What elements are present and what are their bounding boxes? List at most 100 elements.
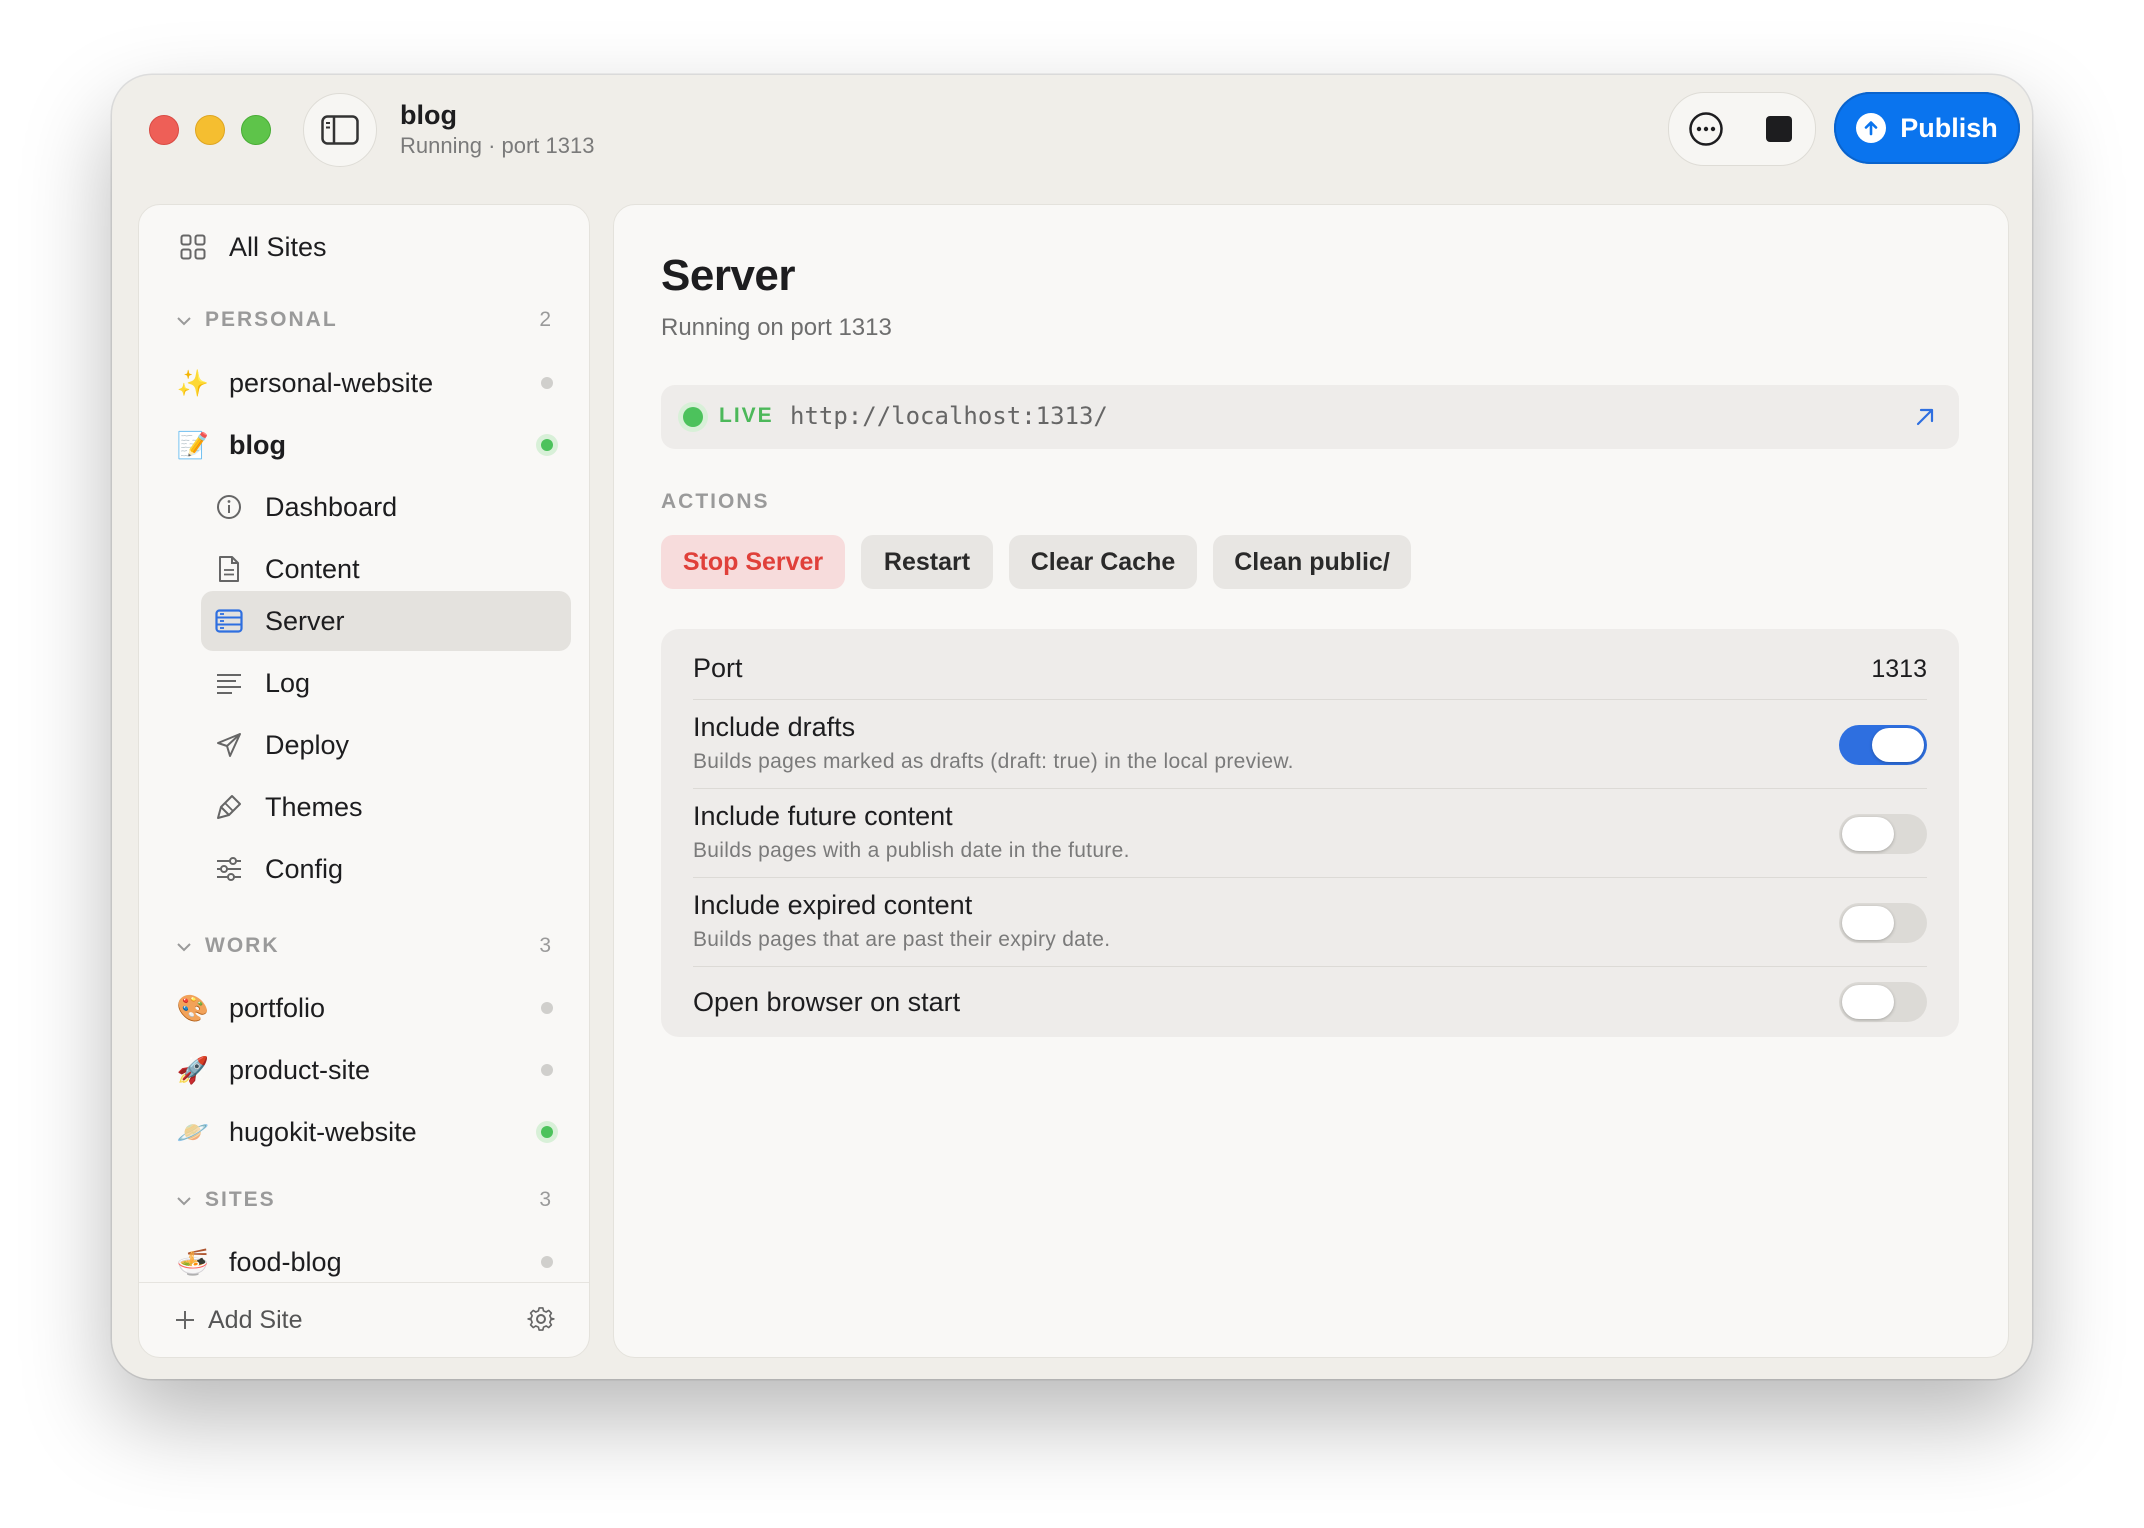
publish-button[interactable]: Publish	[1834, 92, 2020, 164]
window-title-block: blog Running · port 1313	[400, 99, 594, 159]
status-dot	[541, 377, 553, 389]
server-icon	[213, 605, 245, 637]
main-panel: Server Running on port 1313 LIVE http://…	[613, 204, 2009, 1358]
page-title: Server	[661, 251, 796, 300]
section-header-work[interactable]: WORK 3	[139, 928, 589, 968]
status-dot	[541, 1002, 553, 1014]
setting-label: Include expired content	[693, 890, 973, 920]
section-header-sites[interactable]: SITES 3	[139, 1182, 589, 1222]
restart-button[interactable]: Restart	[861, 535, 993, 589]
publish-label: Publish	[1900, 112, 1998, 143]
include-expired-toggle[interactable]	[1839, 903, 1927, 943]
clean-public-button[interactable]: Clean public/	[1213, 535, 1411, 589]
setting-label: Include future content	[693, 801, 953, 831]
stop-button[interactable]	[1742, 93, 1815, 165]
window-title: blog	[400, 100, 457, 130]
paintbrush-icon	[213, 791, 245, 823]
sidebar-item-deploy[interactable]: Deploy	[139, 714, 589, 776]
site-name: food-blog	[229, 1246, 342, 1277]
lines-icon	[213, 667, 245, 699]
sidebar-item-label: Dashboard	[265, 491, 398, 522]
setting-label: Include drafts	[693, 712, 856, 742]
site-item-portfolio[interactable]: 🎨 portfolio	[139, 977, 589, 1039]
paper-plane-icon	[213, 729, 245, 761]
live-url-bar: LIVE http://localhost:1313/	[661, 385, 1959, 449]
section-count: 2	[539, 308, 551, 331]
site-item-personal-website[interactable]: ✨ personal-website	[139, 352, 589, 414]
sidebar-item-label: Config	[265, 853, 344, 884]
window-subtitle: Running · port 1313	[400, 133, 595, 159]
info-circle-icon	[213, 491, 245, 523]
setting-open-browser: Open browser on start	[693, 967, 1927, 1037]
site-name: portfolio	[229, 992, 326, 1023]
sidebar: All Sites PERSONAL 2 ✨ personal-website …	[138, 204, 590, 1358]
plus-icon	[176, 1311, 194, 1329]
open-in-browser-button[interactable]	[1913, 405, 1937, 434]
sidebar-footer: Add Site	[139, 1282, 589, 1357]
grid-icon	[177, 231, 209, 263]
setting-include-drafts: Include drafts Builds pages marked as dr…	[693, 700, 1927, 789]
sidebar-item-all-sites[interactable]: All Sites	[139, 216, 589, 278]
sidebar-item-log[interactable]: Log	[139, 652, 589, 714]
memo-icon: 📝	[176, 429, 210, 460]
sidebar-item-dashboard[interactable]: Dashboard	[139, 476, 589, 538]
live-status-dot	[683, 407, 703, 427]
settings-button[interactable]	[527, 1305, 555, 1338]
sidebar-item-config[interactable]: Config	[139, 838, 589, 900]
page-subtitle: Running on port 1313	[661, 314, 892, 341]
sidebar-icon	[321, 115, 359, 145]
site-item-hugokit-website[interactable]: 🪐 hugokit-website	[139, 1101, 589, 1163]
sidebar-item-server[interactable]: Server	[139, 590, 589, 652]
planet-icon: 🪐	[176, 1116, 210, 1147]
chevron-down-icon	[177, 943, 191, 952]
live-badge: LIVE	[719, 404, 774, 427]
section-label: PERSONAL	[205, 308, 338, 331]
setting-description: Builds pages with a publish date in the …	[693, 839, 1130, 862]
include-drafts-toggle[interactable]	[1839, 725, 1927, 765]
section-count: 3	[539, 1188, 551, 1211]
stop-server-button[interactable]: Stop Server	[661, 535, 845, 589]
section-label: SITES	[205, 1188, 276, 1211]
gear-icon	[527, 1307, 555, 1331]
arrow-up-right-icon	[1916, 408, 1934, 426]
sparkles-icon: ✨	[176, 367, 210, 398]
setting-label: Port	[693, 653, 743, 683]
setting-include-future: Include future content Builds pages with…	[693, 789, 1927, 878]
port-value[interactable]: 1313	[1871, 655, 1927, 684]
include-future-toggle[interactable]	[1839, 814, 1927, 854]
setting-description: Builds pages that are past their expiry …	[693, 928, 1111, 951]
setting-label: Open browser on start	[693, 987, 961, 1017]
sidebar-item-label: Themes	[265, 791, 363, 822]
sliders-icon	[213, 853, 245, 885]
minimize-window-button[interactable]	[195, 115, 225, 145]
sidebar-item-label: Deploy	[265, 729, 350, 760]
section-label: WORK	[205, 934, 280, 957]
chevron-down-icon	[177, 317, 191, 326]
close-window-button[interactable]	[149, 115, 179, 145]
sidebar-toggle-button[interactable]	[303, 93, 377, 167]
status-dot	[541, 1256, 553, 1268]
sidebar-item-themes[interactable]: Themes	[139, 776, 589, 838]
stop-icon	[1765, 116, 1792, 142]
site-item-blog[interactable]: 📝 blog	[139, 414, 589, 476]
open-browser-toggle[interactable]	[1839, 982, 1927, 1022]
add-site-label: Add Site	[208, 1306, 303, 1334]
add-site-button[interactable]: Add Site	[175, 1299, 415, 1341]
more-button[interactable]	[1669, 93, 1742, 165]
clear-cache-button[interactable]: Clear Cache	[1009, 535, 1197, 589]
site-name: blog	[229, 429, 286, 460]
sidebar-item-label: Log	[265, 667, 311, 698]
chevron-down-icon	[177, 1197, 191, 1206]
setting-include-expired: Include expired content Builds pages tha…	[693, 878, 1927, 967]
site-name: product-site	[229, 1054, 371, 1085]
site-item-product-site[interactable]: 🚀 product-site	[139, 1039, 589, 1101]
sidebar-item-label: Server	[265, 605, 345, 636]
server-url[interactable]: http://localhost:1313/	[790, 402, 1108, 430]
sidebar-item-label: All Sites	[229, 231, 327, 262]
zoom-window-button[interactable]	[241, 115, 271, 145]
section-header-personal[interactable]: PERSONAL 2	[139, 302, 589, 342]
status-dot	[541, 1064, 553, 1076]
status-dot-running	[541, 439, 553, 451]
site-name: personal-website	[229, 367, 434, 398]
server-settings-card: Port 1313 Include drafts Builds pages ma…	[661, 629, 1959, 1037]
